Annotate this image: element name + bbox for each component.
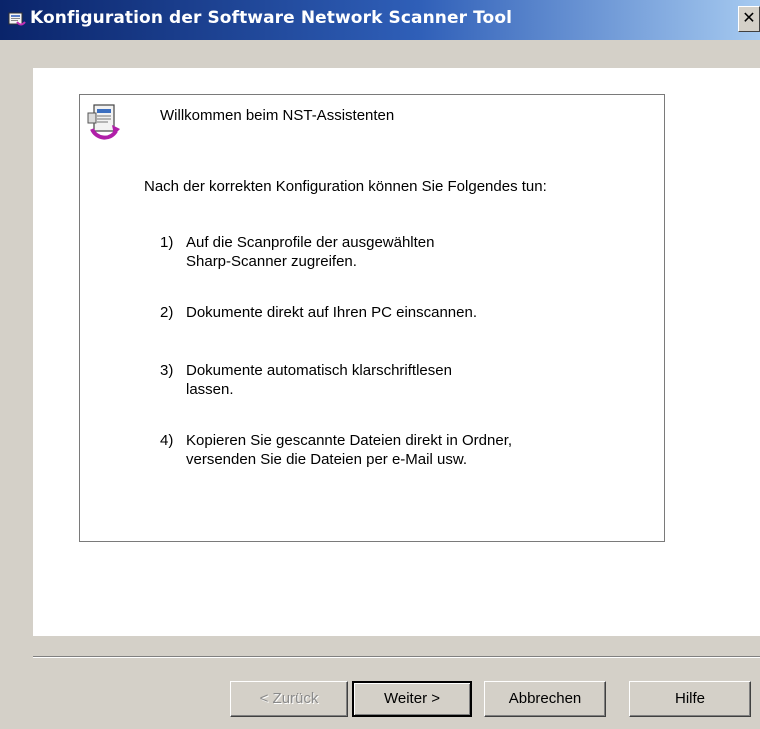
title-bar[interactable]: Konfiguration der Software Network Scann…	[0, 0, 760, 40]
item-number: 4)	[160, 432, 174, 449]
item-number: 3)	[160, 362, 174, 379]
list-item: 1) Auf die Scanprofile der ausgewählten …	[160, 233, 600, 271]
list-item: 2) Dokumente direkt auf Ihren PC einscan…	[160, 303, 600, 322]
scanner-app-icon	[8, 12, 26, 26]
item-text: Dokumente direkt auf Ihren PC einscannen…	[186, 304, 477, 321]
item-number: 1)	[160, 234, 174, 251]
item-text: Dokumente automatisch klarschriftlesen l…	[186, 362, 452, 398]
list-item: 4) Kopieren Sie gescannte Dateien direkt…	[160, 431, 600, 469]
welcome-panel: Willkommen beim NST-Assistenten Nach der…	[79, 94, 665, 542]
window-title: Konfiguration der Software Network Scann…	[30, 8, 513, 28]
next-button[interactable]: Weiter >	[352, 681, 472, 717]
intro-text: Nach der korrekten Konfiguration können …	[144, 178, 547, 195]
separator-highlight	[33, 657, 760, 658]
back-button[interactable]: < Zurück	[230, 681, 348, 717]
cancel-button[interactable]: Abbrechen	[484, 681, 606, 717]
help-button[interactable]: Hilfe	[629, 681, 751, 717]
document-arrow-icon	[87, 104, 120, 140]
item-text: Auf die Scanprofile der ausgewählten Sha…	[186, 234, 435, 270]
item-text: Kopieren Sie gescannte Dateien direkt in…	[186, 432, 513, 468]
list-item: 3) Dokumente automatisch klarschriftlese…	[160, 361, 600, 399]
wizard-page: Willkommen beim NST-Assistenten Nach der…	[33, 68, 760, 636]
welcome-heading: Willkommen beim NST-Assistenten	[160, 107, 395, 124]
item-number: 2)	[160, 304, 174, 321]
close-button[interactable]: ✕	[738, 6, 760, 32]
close-icon: ✕	[742, 8, 756, 27]
